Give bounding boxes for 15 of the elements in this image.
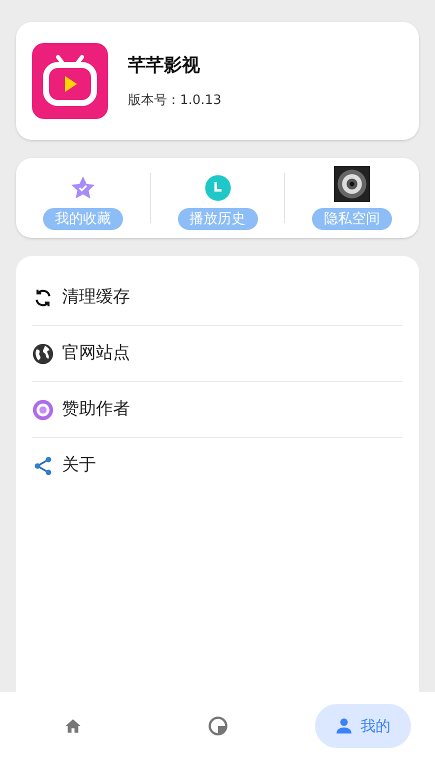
menu-item[interactable]: 官网站点	[62, 340, 130, 366]
tv-logo-icon	[32, 43, 108, 119]
menu-item[interactable]: 关于	[62, 453, 96, 479]
person-icon	[334, 717, 352, 735]
share-icon	[32, 455, 54, 477]
app-name: 芊芊影视	[128, 54, 201, 78]
home-icon	[64, 717, 82, 735]
disc-icon	[32, 398, 54, 420]
clock-icon	[204, 174, 232, 202]
circle-icon	[206, 715, 228, 737]
speaker-icon	[332, 166, 372, 202]
menu-item[interactable]: 赞助作者	[62, 396, 130, 422]
version-text: 版本号：1.0.13	[128, 92, 222, 110]
menu-item[interactable]: 清理缓存	[62, 284, 130, 310]
globe-icon	[32, 342, 54, 364]
